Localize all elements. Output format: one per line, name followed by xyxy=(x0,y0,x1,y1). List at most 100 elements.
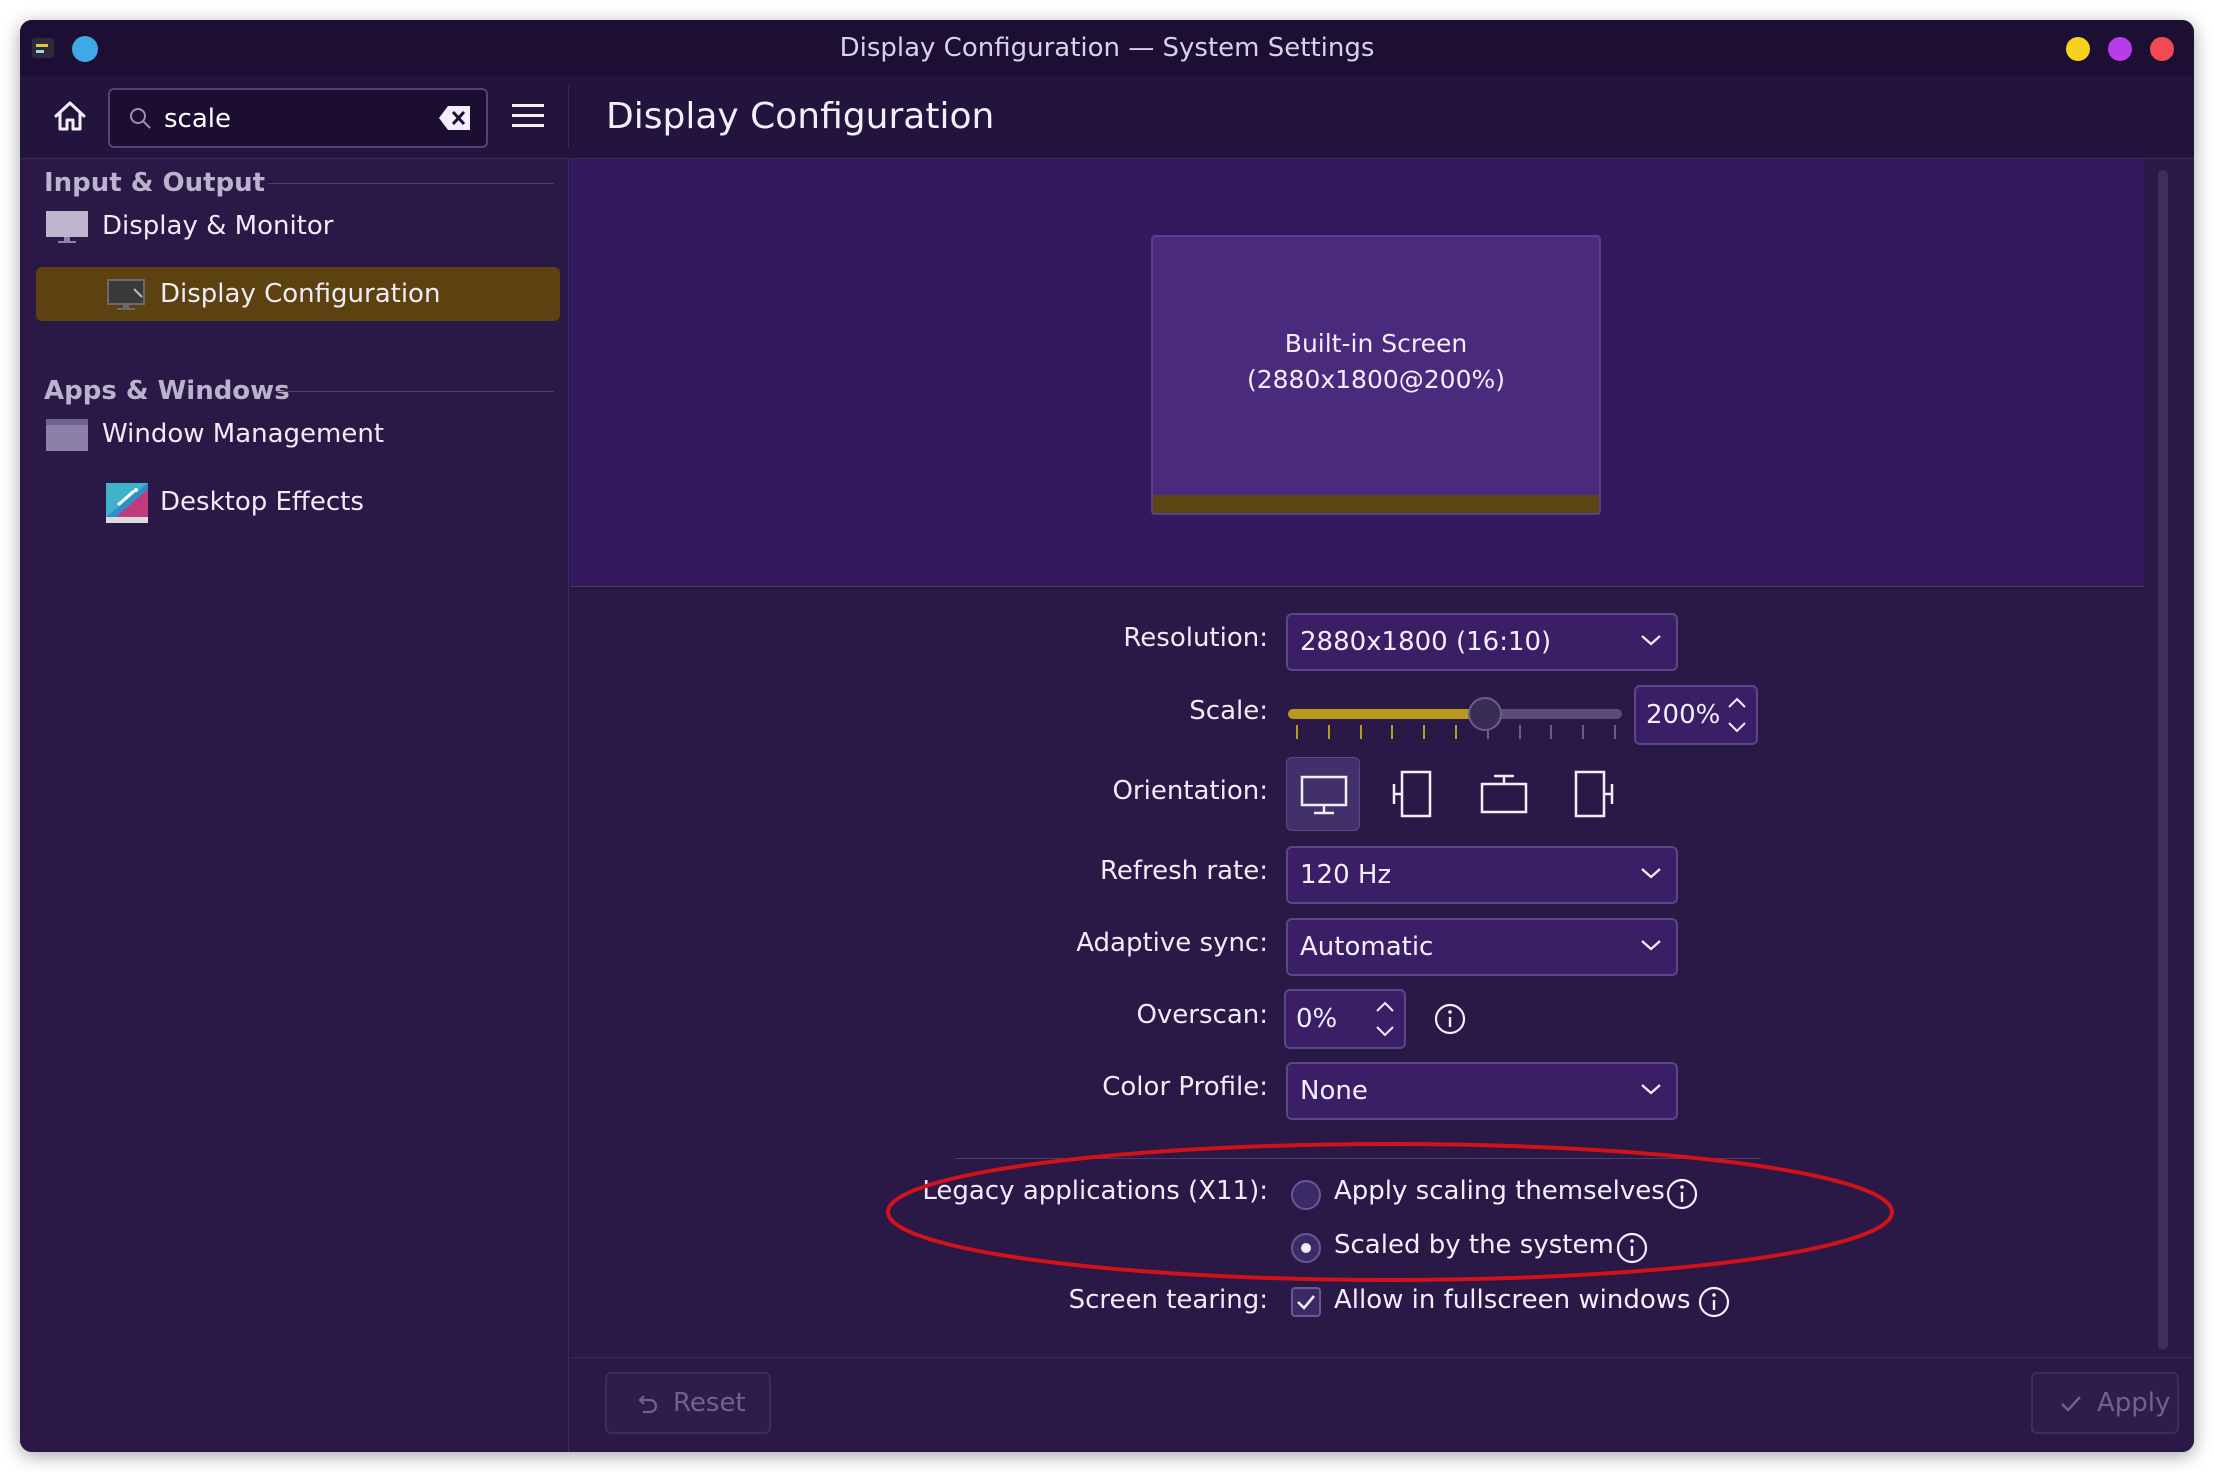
search-field[interactable] xyxy=(108,88,488,148)
scale-slider-handle[interactable] xyxy=(1468,697,1502,731)
orientation-portrait-right-button[interactable] xyxy=(1557,757,1631,831)
legacy-apply-scaling-label[interactable]: Apply scaling themselves xyxy=(1334,1176,1665,1206)
checkmark-icon xyxy=(1297,1295,1315,1310)
portrait-right-icon xyxy=(1574,770,1614,818)
scale-tick xyxy=(1328,725,1330,739)
screen-preview-builtin[interactable]: Built-in Screen (2880x1800@200%) xyxy=(1151,235,1601,515)
landscape-icon xyxy=(1300,775,1348,815)
legacy-apply-scaling-info-icon[interactable] xyxy=(1665,1177,1699,1211)
scale-spinbox[interactable]: 200% xyxy=(1634,685,1758,745)
resolution-select[interactable]: 2880x1800 (16:10) xyxy=(1286,613,1678,671)
color-profile-value: None xyxy=(1300,1076,1368,1106)
legacy-scaled-by-system-radio[interactable] xyxy=(1291,1233,1321,1263)
section-divider xyxy=(276,391,554,392)
apply-button[interactable]: Apply xyxy=(2031,1372,2179,1434)
reset-button[interactable]: Reset xyxy=(605,1372,771,1434)
scale-slider[interactable] xyxy=(1288,695,1622,745)
hamburger-menu-button[interactable] xyxy=(510,98,546,134)
form-separator xyxy=(955,1158,1761,1159)
overscan-spinbox[interactable]: 0% xyxy=(1284,989,1406,1049)
minimize-button[interactable] xyxy=(2066,37,2090,61)
scale-tick xyxy=(1455,725,1457,739)
orientation-portrait-left-button[interactable] xyxy=(1377,757,1451,831)
chevron-down-icon xyxy=(1641,868,1661,879)
legacy-scaled-by-system-info-icon[interactable] xyxy=(1615,1231,1649,1265)
section-divider xyxy=(268,183,554,184)
sidebar: Input & Output Display & Monitor Display… xyxy=(20,159,569,1452)
section-header-apps-windows: Apps & Windows xyxy=(44,376,290,406)
legacy-apply-scaling-radio[interactable] xyxy=(1291,1180,1321,1210)
sidebar-item-label: Window Management xyxy=(102,419,385,449)
legacy-apps-label: Legacy applications (X11): xyxy=(922,1176,1268,1206)
screen-tearing-label: Screen tearing: xyxy=(1068,1285,1268,1315)
orientation-landscape-flipped-button[interactable] xyxy=(1467,757,1541,831)
hamburger-icon xyxy=(512,104,544,127)
scale-tick xyxy=(1550,725,1552,739)
orientation-label: Orientation: xyxy=(1112,776,1268,806)
monitor-icon xyxy=(46,211,88,243)
check-icon xyxy=(2061,1396,2081,1412)
scale-tick xyxy=(1296,725,1298,739)
section-header-input-output: Input & Output xyxy=(44,168,266,198)
sidebar-item-display-configuration[interactable]: Display Configuration xyxy=(36,267,560,321)
adaptive-sync-label: Adaptive sync: xyxy=(1076,928,1268,958)
undo-icon xyxy=(638,1395,658,1414)
toolbar: Display Configuration xyxy=(20,76,2194,159)
window-title: Display Configuration — System Settings xyxy=(839,33,1375,63)
system-settings-window: Display Configuration — System Settings xyxy=(20,20,2194,1452)
bottom-button-bar: Reset Apply xyxy=(570,1357,2194,1452)
home-button[interactable] xyxy=(50,96,90,136)
screen-mode: (2880x1800@200%) xyxy=(1246,365,1506,394)
chevron-down-icon xyxy=(1641,940,1661,951)
landscape-flipped-icon xyxy=(1480,774,1528,814)
screen-preview-bar xyxy=(1153,495,1599,513)
scale-tick xyxy=(1360,725,1362,739)
sidebar-item-desktop-effects[interactable]: Desktop Effects xyxy=(36,475,560,529)
chevron-down-icon xyxy=(1641,1084,1661,1095)
desktop-effects-icon xyxy=(106,483,148,523)
screen-tearing-option-label[interactable]: Allow in fullscreen windows xyxy=(1334,1285,1691,1315)
scale-tick xyxy=(1391,725,1393,739)
reset-label: Reset xyxy=(673,1388,746,1418)
sidebar-item-label: Display Configuration xyxy=(160,279,441,309)
close-button[interactable] xyxy=(2150,37,2174,61)
screen-tearing-info-icon[interactable] xyxy=(1697,1285,1731,1319)
legacy-scaled-by-system-label[interactable]: Scaled by the system xyxy=(1334,1230,1614,1260)
scale-tick xyxy=(1423,725,1425,739)
vertical-scrollbar[interactable] xyxy=(2158,170,2168,1350)
refresh-rate-select[interactable]: 120 Hz xyxy=(1286,846,1678,904)
sidebar-item-window-management[interactable]: Window Management xyxy=(36,407,560,461)
spin-arrows-icon[interactable] xyxy=(1374,997,1396,1041)
maximize-button[interactable] xyxy=(2108,37,2132,61)
scale-tick xyxy=(1519,725,1521,739)
sidebar-item-label: Display & Monitor xyxy=(102,211,334,241)
adaptive-sync-value: Automatic xyxy=(1300,932,1434,962)
clear-search-button[interactable] xyxy=(438,104,472,132)
overscan-info-icon[interactable] xyxy=(1433,1002,1467,1036)
screen-preview-area: Built-in Screen (2880x1800@200%) xyxy=(570,159,2144,587)
resolution-label: Resolution: xyxy=(1123,623,1268,653)
scale-value: 200% xyxy=(1646,700,1721,730)
refresh-rate-label: Refresh rate: xyxy=(1099,856,1268,886)
scale-tick xyxy=(1582,725,1584,739)
display-config-icon xyxy=(107,279,145,310)
overscan-label: Overscan: xyxy=(1136,1000,1268,1030)
chevron-down-icon xyxy=(1641,635,1661,646)
scale-tick xyxy=(1614,725,1616,739)
sidebar-item-display-monitor[interactable]: Display & Monitor xyxy=(36,199,560,253)
title-bar: Display Configuration — System Settings xyxy=(20,20,2194,76)
search-input[interactable] xyxy=(162,98,416,140)
toolbar-separator xyxy=(568,86,569,148)
screen-tearing-checkbox[interactable] xyxy=(1291,1287,1321,1317)
spin-arrows-icon[interactable] xyxy=(1726,693,1748,737)
overscan-value: 0% xyxy=(1296,1004,1338,1034)
scale-label: Scale: xyxy=(1189,696,1268,726)
orientation-landscape-button[interactable] xyxy=(1286,757,1360,831)
apply-label: Apply xyxy=(2097,1388,2171,1418)
screen-name: Built-in Screen xyxy=(1284,329,1468,358)
home-icon xyxy=(54,101,86,131)
color-profile-select[interactable]: None xyxy=(1286,1062,1678,1120)
search-icon xyxy=(130,108,151,129)
refresh-rate-value: 120 Hz xyxy=(1300,860,1392,890)
adaptive-sync-select[interactable]: Automatic xyxy=(1286,918,1678,976)
